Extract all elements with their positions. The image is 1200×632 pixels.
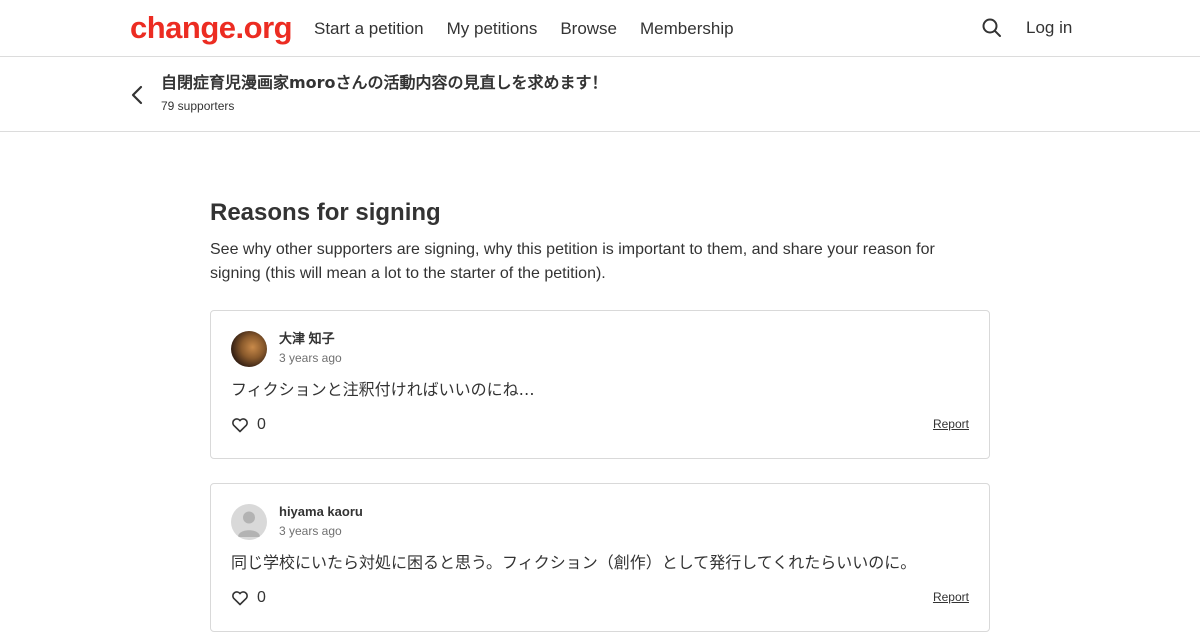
back-arrow-icon[interactable] xyxy=(128,84,148,106)
nav-start-petition[interactable]: Start a petition xyxy=(314,19,424,39)
nav-my-petitions[interactable]: My petitions xyxy=(447,19,538,39)
comment-author: 大津 知子 xyxy=(279,331,335,346)
login-link[interactable]: Log in xyxy=(1026,18,1072,38)
comment-card: hiyama kaoru 3 years ago 同じ学校にいたら対処に困ると思… xyxy=(210,483,990,632)
report-link[interactable]: Report xyxy=(933,590,969,605)
heart-icon[interactable] xyxy=(231,589,249,607)
avatar xyxy=(231,331,267,367)
main-nav: Start a petition My petitions Browse Mem… xyxy=(314,19,757,39)
comment-text: フィクションと注釈付ければいいのにね… xyxy=(231,380,535,399)
reasons-heading: Reasons for signing xyxy=(210,199,441,226)
nav-membership[interactable]: Membership xyxy=(640,19,734,39)
comment-author: hiyama kaoru xyxy=(279,504,363,519)
comment-timestamp: 3 years ago xyxy=(279,351,342,365)
reasons-description: See why other supporters are signing, wh… xyxy=(210,241,935,282)
change-org-logo[interactable]: change.org xyxy=(130,9,293,47)
default-avatar-icon xyxy=(231,504,267,540)
nav-browse[interactable]: Browse xyxy=(560,19,617,39)
petition-title[interactable]: 自閉症育児漫画家moroさんの活動内容の見直しを求めます！ xyxy=(161,73,608,93)
comment-text: 同じ学校にいたら対処に困ると思う。フィクション（創作）として発行してくれたらいい… xyxy=(231,553,917,572)
comment-timestamp: 3 years ago xyxy=(279,524,342,538)
like-count: 0 xyxy=(257,589,266,606)
supporter-count: 79 supporters xyxy=(161,99,235,113)
heart-icon[interactable] xyxy=(231,416,249,434)
comment-card: 大津 知子 3 years ago フィクションと注釈付ければいいのにね… 0 … xyxy=(210,310,990,459)
search-icon[interactable] xyxy=(981,17,1003,39)
report-link[interactable]: Report xyxy=(933,417,969,432)
petition-header: 自閉症育児漫画家moroさんの活動内容の見直しを求めます！ 79 support… xyxy=(0,57,1200,132)
like-count: 0 xyxy=(257,416,266,433)
top-navigation: change.org Start a petition My petitions… xyxy=(0,0,1200,57)
